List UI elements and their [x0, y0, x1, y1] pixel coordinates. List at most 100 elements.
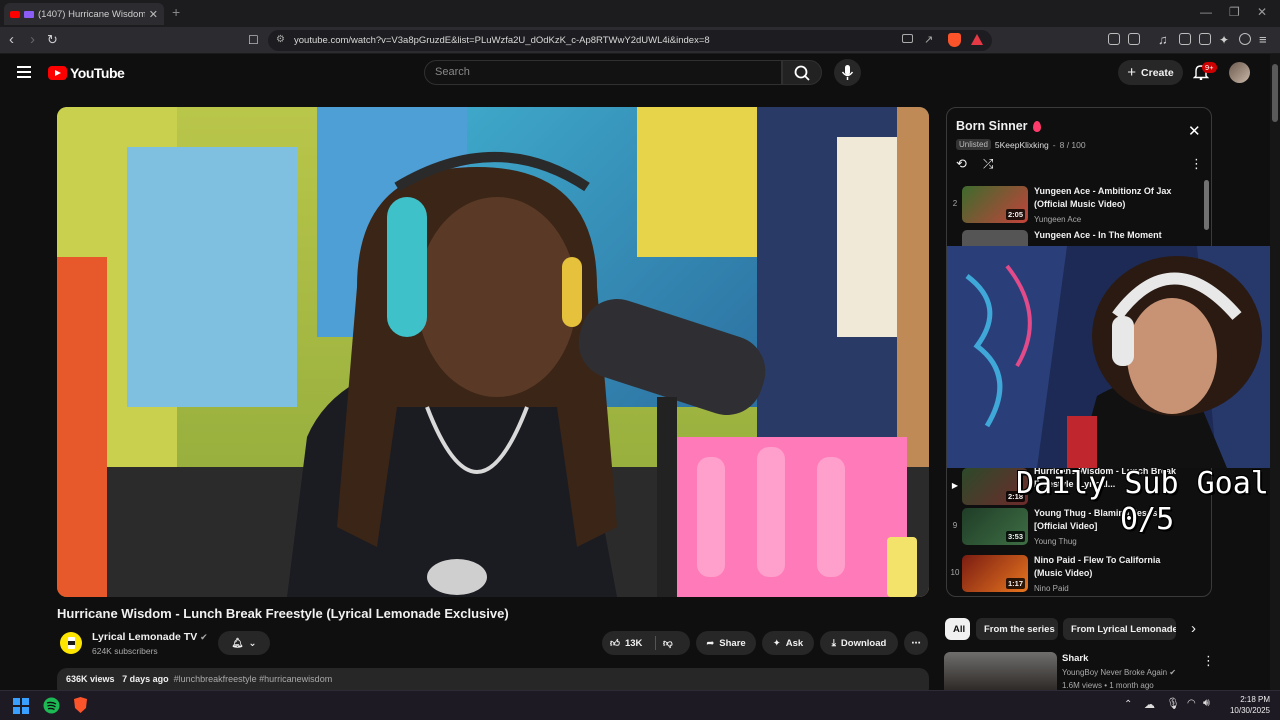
unlisted-badge: Unlisted — [956, 139, 991, 150]
minimize-icon[interactable]: — — [1200, 5, 1212, 19]
account-avatar[interactable] — [1229, 62, 1250, 83]
hamburger-menu-icon[interactable] — [17, 66, 31, 78]
wallet-icon[interactable] — [1199, 33, 1211, 45]
playlist-item[interactable]: 10 1:17 Nino Paid - Flew To California (… — [947, 551, 1197, 595]
share-icon: ➦ — [706, 637, 715, 649]
onedrive-icon[interactable]: ☁ — [1144, 698, 1155, 711]
youtube-logo[interactable]: YouTube — [48, 65, 125, 81]
chip-all[interactable]: All — [945, 618, 970, 640]
thumbs-up-icon: 👍︎ — [610, 638, 620, 649]
plus-icon: + — [1127, 64, 1137, 81]
site-info-icon[interactable]: ⚙ — [276, 34, 285, 45]
brave-browser-icon[interactable] — [73, 697, 88, 714]
tray-overflow-icon[interactable]: ⌃ — [1124, 699, 1132, 710]
more-icon: ⋯ — [911, 637, 921, 649]
playlist-item-author: Young Thug — [1034, 537, 1077, 546]
create-button[interactable]: + Create — [1118, 60, 1183, 85]
share-button[interactable]: ➦ Share — [696, 631, 756, 655]
browser-tab[interactable]: (1407) Hurricane Wisdom - Lu ✕ — [4, 3, 164, 25]
playlist-more-icon[interactable]: ⋮ — [1190, 156, 1203, 172]
reload-icon[interactable]: ↻ — [47, 31, 58, 49]
like-button[interactable]: 👍︎ 13K — [610, 637, 643, 650]
sidebar-icon[interactable] — [1179, 33, 1191, 45]
recommended-title[interactable]: Shark — [1062, 653, 1088, 664]
tab-title: (1407) Hurricane Wisdom - Lu — [38, 8, 145, 20]
taskbar-clock[interactable]: 2:18 PM 10/30/2025 — [1218, 694, 1270, 716]
like-dislike-group: 👍︎ 13K 👎︎ — [602, 631, 690, 655]
new-tab-icon[interactable]: + — [172, 4, 180, 20]
chevron-down-icon: ⌄ — [248, 637, 257, 649]
chip-from-series[interactable]: From the series — [976, 618, 1058, 640]
playlist-scrollbar[interactable] — [1204, 180, 1209, 230]
page-scrollbar[interactable] — [1270, 54, 1280, 690]
channel-name[interactable]: Lyrical Lemonade TV ✔ — [92, 631, 208, 643]
brave-rewards-icon[interactable] — [971, 34, 983, 45]
channel-avatar[interactable] — [60, 632, 82, 654]
like-count: 13K — [624, 637, 643, 649]
now-playing-icon: ▶ — [951, 481, 959, 490]
chips-next-icon[interactable]: › — [1191, 620, 1196, 637]
dislike-button[interactable]: 👎︎ — [663, 637, 673, 649]
shuffle-icon[interactable]: ⤮ — [983, 156, 993, 172]
search-input[interactable]: Search — [424, 60, 782, 85]
recommended-more-icon[interactable]: ⋮ — [1202, 653, 1215, 669]
browser-menu-icon[interactable]: ≡ — [1259, 31, 1267, 49]
video-frame-image — [57, 107, 929, 597]
cast-icon[interactable] — [902, 34, 913, 43]
webcam-image — [947, 246, 1280, 468]
windows-start-icon[interactable] — [13, 698, 29, 714]
recommended-thumbnail[interactable] — [944, 652, 1057, 690]
window-close-icon[interactable]: ✕ — [1257, 5, 1267, 19]
media-icon[interactable]: ♫ — [1158, 31, 1168, 49]
forward-icon[interactable]: › — [30, 31, 35, 49]
hashtags[interactable]: #lunchbreakfreestyle #hurricanewisdom — [174, 674, 333, 684]
verified-icon: ✔ — [200, 632, 208, 642]
brave-shields-icon[interactable] — [948, 33, 961, 47]
bookmark-icon[interactable]: ☐ — [248, 31, 259, 49]
share-page-icon[interactable]: ↗ — [924, 33, 933, 46]
reader-icon[interactable] — [1128, 33, 1140, 45]
volume-icon[interactable]: 🔊︎ — [1203, 697, 1210, 710]
tab-close-icon[interactable]: ✕ — [149, 8, 158, 21]
chip-from-channel[interactable]: From Lyrical Lemonade T — [1063, 618, 1176, 640]
spotify-icon[interactable] — [43, 697, 60, 714]
sub-goal-label: Daily Sub Goal — [1016, 466, 1269, 501]
recommended-channel[interactable]: YoungBoy Never Broke Again ✔ — [1062, 668, 1176, 677]
playlist-item-title: Yungeen Ace - Ambitionz Of Jax (Official… — [1034, 186, 1172, 209]
loop-icon[interactable]: ⟲ — [956, 156, 967, 172]
ask-button[interactable]: ✦ Ask — [762, 631, 814, 655]
os-taskbar: ⌃ ☁ 🎙︎ ◠ 🔊︎ 2:18 PM 10/30/2025 — [0, 690, 1280, 720]
voice-search-button[interactable] — [834, 59, 861, 86]
playlist-title[interactable]: Born Sinner — [956, 119, 1041, 133]
playlist-meta: Unlisted 5KeepKlixking - 8 / 100 — [956, 139, 1086, 150]
download-icon: ⤓ — [831, 637, 836, 649]
pip-indicator-icon — [24, 10, 34, 18]
extensions-icon[interactable] — [1108, 33, 1120, 45]
leo-ai-icon[interactable]: ✦ — [1219, 31, 1229, 49]
video-thumbnail: 1:17 — [962, 555, 1028, 592]
subscribe-bell-button[interactable]: 🔔︎ ⌄ — [218, 631, 270, 655]
webcam-overlay — [947, 246, 1280, 468]
playlist-item[interactable]: 2 2:05 Yungeen Ace - Ambitionz Of Jax (O… — [947, 182, 1197, 226]
address-bar-row: ‹ › ↻ ☐ ⚙ youtube.com/watch?v=V3a8pGruzd… — [0, 27, 1280, 54]
download-button[interactable]: ⤓ Download — [820, 631, 898, 655]
more-actions-button[interactable]: ⋯ — [904, 631, 928, 655]
url-field[interactable]: ⚙ youtube.com/watch?v=V3a8pGruzdE&list=P… — [268, 30, 992, 51]
youtube-header: YouTube Search + Create 9+ — [0, 54, 1270, 92]
playlist-close-icon[interactable]: ✕ — [1188, 122, 1201, 140]
recommended-meta: 1.6M views • 1 month ago — [1062, 681, 1154, 690]
logo-text: YouTube — [70, 65, 125, 81]
maximize-icon[interactable]: ❐ — [1229, 5, 1240, 19]
back-icon[interactable]: ‹ — [9, 31, 14, 49]
playlist-position: 8 / 100 — [1059, 139, 1086, 150]
clock-time: 2:18 PM — [1240, 695, 1270, 704]
tray-mic-icon[interactable]: 🎙︎ — [1166, 697, 1180, 710]
wifi-icon[interactable]: ◠ — [1187, 698, 1196, 709]
video-thumbnail: 2:05 — [962, 186, 1028, 223]
video-player[interactable] — [57, 107, 929, 597]
playlist-owner[interactable]: 5KeepKlixking — [995, 140, 1049, 150]
search-button[interactable] — [782, 60, 822, 85]
vpn-icon[interactable] — [1239, 33, 1251, 45]
url-text: youtube.com/watch?v=V3a8pGruzdE&list=PLu… — [294, 35, 710, 46]
notification-badge: 9+ — [1202, 62, 1217, 73]
